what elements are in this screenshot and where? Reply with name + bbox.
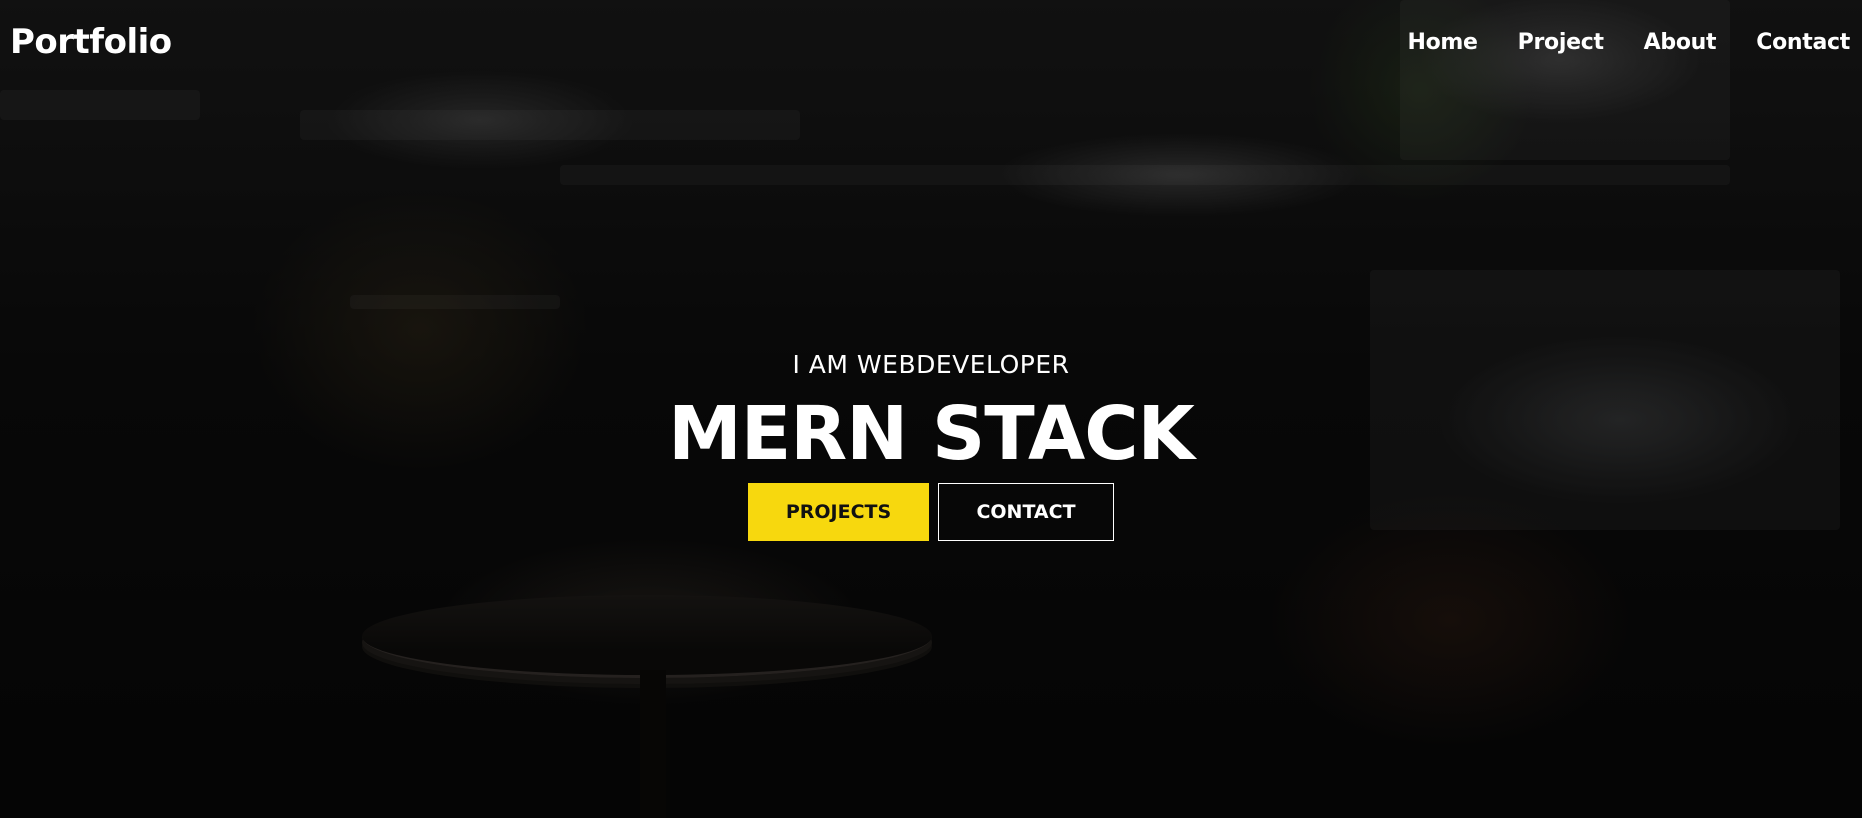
projects-button[interactable]: PROJECTS: [748, 483, 929, 541]
nav-home-link[interactable]: Home: [1407, 30, 1477, 55]
nav-contact-link[interactable]: Contact: [1756, 30, 1850, 55]
hero-section: I AM WEBDEVELOPER MERN STACK PROJECTS CO…: [0, 350, 1862, 541]
contact-button[interactable]: CONTACT: [938, 483, 1114, 541]
hero-title: MERN STACK: [668, 391, 1195, 477]
hero-subtitle: I AM WEBDEVELOPER: [792, 350, 1070, 379]
page: Portfolio Home Project About Contact I A…: [0, 0, 1862, 818]
main-nav: Home Project About Contact: [1407, 30, 1850, 55]
site-header: Portfolio Home Project About Contact: [0, 0, 1862, 90]
logo[interactable]: Portfolio: [10, 22, 172, 62]
hero-actions: PROJECTS CONTACT: [0, 483, 1862, 541]
nav-project-link[interactable]: Project: [1518, 30, 1604, 55]
nav-about-link[interactable]: About: [1644, 30, 1717, 55]
